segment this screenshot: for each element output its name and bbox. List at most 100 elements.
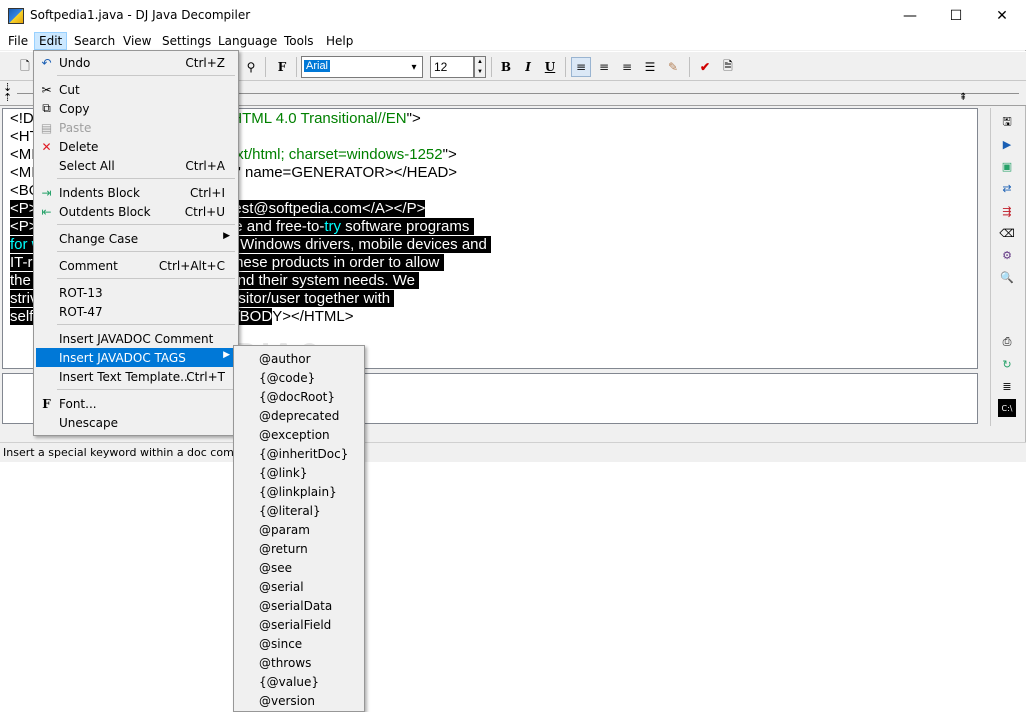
edit-menu-item-undo[interactable]: ↶ Undo Ctrl+Z bbox=[36, 53, 236, 72]
new-file-icon[interactable]: 🗋 bbox=[15, 57, 35, 77]
editor-text-segment: <!D bbox=[10, 110, 34, 127]
align-right-icon[interactable]: ≡ bbox=[617, 57, 637, 77]
menu-view[interactable]: View bbox=[119, 32, 155, 50]
edit-menu-item-rot-47[interactable]: ROT-47 bbox=[36, 302, 236, 321]
edit-menu-item-rot-13[interactable]: ROT-13 bbox=[36, 283, 236, 302]
edit-menu-item-outdents-block[interactable]: ⇤ Outdents Block Ctrl+U bbox=[36, 202, 236, 221]
javadoc-tag-item[interactable]: {@docRoot} bbox=[236, 387, 362, 406]
javadoc-tag-item[interactable]: @see bbox=[236, 558, 362, 577]
refresh-document-icon[interactable]: ↻ bbox=[998, 355, 1016, 373]
javadoc-tag-item[interactable]: @serial bbox=[236, 577, 362, 596]
javadoc-tag-item[interactable]: {@linkplain} bbox=[236, 482, 362, 501]
edit-menu-item-comment[interactable]: Comment Ctrl+Alt+C bbox=[36, 256, 236, 275]
right-margin-marker-icon[interactable]: ⇞ bbox=[959, 92, 967, 103]
italic-button[interactable]: I bbox=[518, 57, 538, 77]
document-icon[interactable]: 🗎 bbox=[718, 57, 738, 77]
submenu-arrow-icon: ▶ bbox=[223, 231, 230, 241]
edit-menu-item-insert-javadoc-comment[interactable]: Insert JAVADOC Comment bbox=[36, 329, 236, 348]
javadoc-tag-item[interactable]: @author bbox=[236, 349, 362, 368]
edit-menu-item-insert-javadoc-tags[interactable]: Insert JAVADOC TAGS ▶ bbox=[36, 348, 236, 367]
menu-item-label: Insert Text Template... bbox=[59, 370, 192, 384]
edit-menu-item-copy[interactable]: ⧉ Copy bbox=[36, 99, 236, 118]
menu-item-label: Outdents Block bbox=[59, 205, 151, 219]
indent-icon: ⇥ bbox=[41, 185, 52, 200]
javadoc-tag-label: {@linkplain} bbox=[259, 485, 337, 499]
settings-icon[interactable]: ⚙ bbox=[998, 246, 1016, 264]
outdent-icon: ⇤ bbox=[41, 204, 52, 219]
copy-icon: ⧉ bbox=[42, 101, 51, 115]
bullet-list-icon[interactable]: ☰ bbox=[640, 57, 660, 77]
javadoc-tag-item[interactable]: @return bbox=[236, 539, 362, 558]
menu-edit[interactable]: Edit bbox=[34, 32, 68, 50]
align-left-icon[interactable]: ≡ bbox=[571, 57, 591, 77]
export-icon[interactable]: ⇶ bbox=[998, 202, 1016, 220]
menu-settings[interactable]: Settings bbox=[158, 32, 215, 50]
console-icon[interactable]: C:\ bbox=[998, 399, 1016, 417]
minimize-button[interactable]: — bbox=[887, 0, 933, 31]
checkmark-icon[interactable]: ✔ bbox=[695, 57, 715, 77]
font-button[interactable]: F bbox=[272, 57, 292, 77]
javadoc-tag-item[interactable]: {@value} bbox=[236, 672, 362, 691]
javadoc-tag-item[interactable]: @since bbox=[236, 634, 362, 653]
underline-button[interactable]: U bbox=[540, 57, 560, 77]
font-size-spinner[interactable]: ▲ ▼ bbox=[474, 56, 486, 78]
printer-icon[interactable]: ⎙ bbox=[998, 333, 1016, 351]
maximize-button[interactable]: ☐ bbox=[933, 0, 979, 31]
magnifier-icon[interactable]: 🔍 bbox=[998, 268, 1016, 286]
javadoc-tag-item[interactable]: @deprecated bbox=[236, 406, 362, 425]
toolbar-separator bbox=[565, 57, 566, 77]
title-bar[interactable]: Softpedia1.java - DJ Java Decompiler — ☐… bbox=[0, 0, 1026, 31]
stack-icon[interactable]: ≣ bbox=[998, 377, 1016, 395]
play-circle-icon[interactable]: ▶ bbox=[998, 135, 1016, 153]
javadoc-tag-item[interactable]: {@literal} bbox=[236, 501, 362, 520]
menu-file[interactable]: File bbox=[4, 32, 32, 50]
javadoc-tag-item[interactable]: @version bbox=[236, 691, 362, 710]
menu-item-label: Paste bbox=[59, 121, 92, 135]
menu-item-label: Insert JAVADOC TAGS bbox=[59, 351, 186, 365]
edit-menu-item-cut[interactable]: ✂ Cut bbox=[36, 80, 236, 99]
network-icon[interactable]: ⇄ bbox=[998, 179, 1016, 197]
javadoc-tag-item[interactable]: @throws bbox=[236, 653, 362, 672]
editor-text-segment: <MI bbox=[10, 164, 36, 181]
menu-item-label: Select All bbox=[59, 159, 115, 173]
font-name-select[interactable]: Arial ▾ bbox=[301, 56, 423, 78]
bold-button[interactable]: B bbox=[496, 57, 516, 77]
font-size-input[interactable]: 12 bbox=[430, 56, 474, 78]
menu-bar: File Edit Search View Settings Language … bbox=[0, 31, 1026, 50]
menu-tools[interactable]: Tools bbox=[280, 32, 318, 50]
menu-language[interactable]: Language bbox=[214, 32, 281, 50]
edit-menu-item-font[interactable]: F Font... bbox=[36, 394, 236, 413]
close-button[interactable]: ✕ bbox=[979, 0, 1025, 31]
javadoc-tag-item[interactable]: {@link} bbox=[236, 463, 362, 482]
javadoc-tag-item[interactable]: {@inheritDoc} bbox=[236, 444, 362, 463]
undo-icon: ↶ bbox=[41, 55, 52, 70]
menu-search[interactable]: Search bbox=[70, 32, 119, 50]
monitor-icon[interactable]: ▣ bbox=[998, 157, 1016, 175]
paste-icon: ▤ bbox=[40, 120, 53, 135]
edit-menu-dropdown: ↶ Undo Ctrl+Z ✂ Cut ⧉ Copy ▤ Paste ✕ Delete Select … bbox=[33, 50, 239, 436]
menu-item-label: ROT-13 bbox=[59, 286, 103, 300]
javadoc-tags-submenu: @author {@code} {@docRoot} @deprecated @exce… bbox=[233, 345, 365, 712]
indent-marker-icon[interactable]: ⇡ bbox=[3, 91, 12, 104]
align-center-icon[interactable]: ≡ bbox=[594, 57, 614, 77]
javadoc-tag-item[interactable]: @exception bbox=[236, 425, 362, 444]
edit-menu-item-insert-text-template[interactable]: Insert Text Template... Ctrl+T bbox=[36, 367, 236, 386]
delete-icon: ✕ bbox=[41, 139, 52, 154]
menu-separator bbox=[57, 75, 235, 76]
javadoc-tag-label: @since bbox=[259, 637, 303, 651]
save-disk-icon[interactable]: 🖫 bbox=[998, 113, 1016, 131]
menu-help[interactable]: Help bbox=[322, 32, 357, 50]
javadoc-tag-item[interactable]: @serialField bbox=[236, 615, 362, 634]
javadoc-tag-item[interactable]: @param bbox=[236, 520, 362, 539]
javadoc-tag-item[interactable]: @serialData bbox=[236, 596, 362, 615]
javadoc-tag-item[interactable]: {@code} bbox=[236, 368, 362, 387]
edit-menu-item-change-case[interactable]: Change Case ▶ bbox=[36, 229, 236, 248]
edit-menu-item-indents-block[interactable]: ⇥ Indents Block Ctrl+I bbox=[36, 183, 236, 202]
edit-menu-item-unescape[interactable]: Unescape bbox=[36, 413, 236, 432]
paint-icon[interactable]: ✎ bbox=[663, 57, 683, 77]
binoculars-icon[interactable]: ⚲ bbox=[241, 57, 261, 77]
font-name-value: Arial bbox=[304, 60, 331, 72]
eraser-icon[interactable]: ⌫ bbox=[998, 224, 1016, 242]
edit-menu-item-select-all[interactable]: Select All Ctrl+A bbox=[36, 156, 236, 175]
edit-menu-item-delete[interactable]: ✕ Delete bbox=[36, 137, 236, 156]
